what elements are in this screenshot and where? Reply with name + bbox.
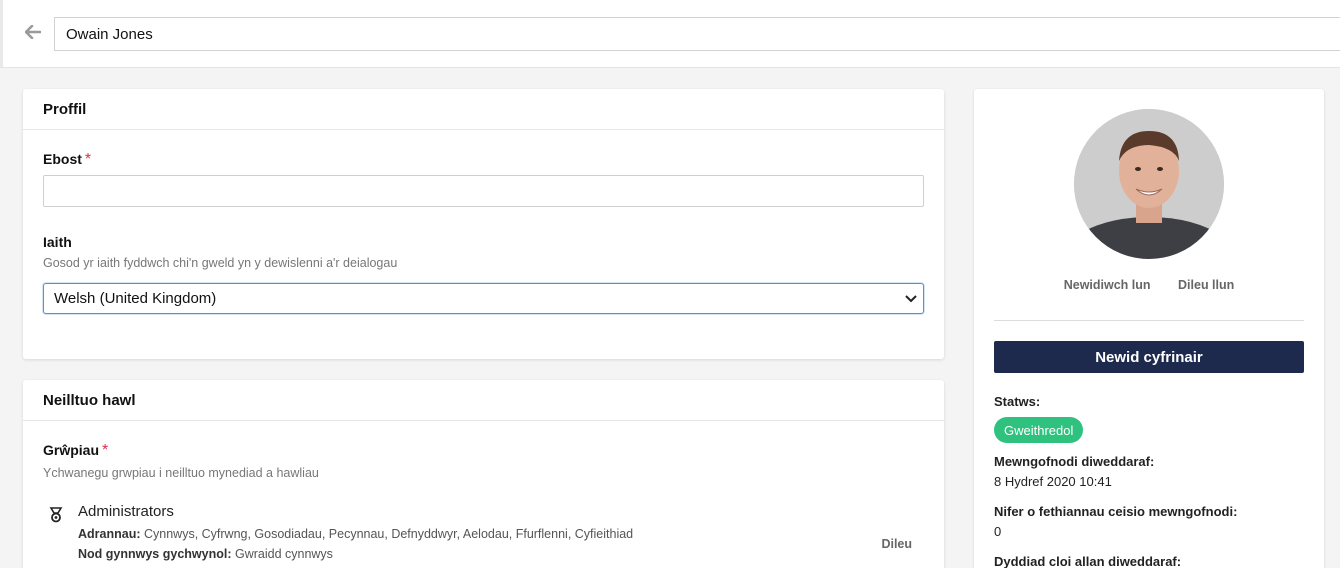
language-label: Iaith xyxy=(43,234,72,250)
groups-help-text: Ychwanegu grwpiau i neilltuo mynediad a … xyxy=(43,466,319,480)
language-selected-value: Welsh (United Kingdom) xyxy=(54,290,217,307)
last-lockout-label: Dyddiad cloi allan diweddaraf: xyxy=(994,554,1182,568)
group-start-node-label: Nod gynnwys gychwynol: xyxy=(78,547,232,561)
email-required-marker: * xyxy=(84,151,92,168)
delete-group-button[interactable]: Dileu xyxy=(881,537,912,551)
header-bar xyxy=(0,0,1340,68)
group-start-node: Nod gynnwys gychwynol: Gwraidd cynnwys xyxy=(78,547,333,561)
back-arrow-icon[interactable] xyxy=(21,20,45,44)
profile-card-title: Proffil xyxy=(23,89,944,130)
group-start-node-value: Gwraidd cynnwys xyxy=(234,547,333,561)
group-sections-label: Adrannau: xyxy=(78,527,141,541)
email-label: Ebost xyxy=(43,151,82,167)
delete-photo-link[interactable]: Dileu llun xyxy=(1178,278,1234,292)
last-login-label: Mewngofnodi diweddaraf: xyxy=(994,454,1155,469)
change-password-button[interactable]: Newid cyfrinair xyxy=(994,341,1304,373)
assign-rights-card: Neilltuo hawl Grŵpiau * Ychwanegu grwpiau… xyxy=(23,380,944,568)
change-photo-link[interactable]: Newidiwch lun xyxy=(1064,278,1151,292)
email-field[interactable] xyxy=(43,175,924,207)
user-info-card: Newidiwch lun Dileu llun Newid cyfrinair… xyxy=(974,89,1324,568)
medal-icon xyxy=(49,507,63,528)
failed-logins-value: 0 xyxy=(994,524,1002,539)
user-name-input[interactable] xyxy=(54,17,1340,51)
chevron-down-icon xyxy=(905,290,917,307)
profile-card: Proffil Ebost * Iaith Gosod yr iaith fydd… xyxy=(23,89,944,359)
groups-required-marker: * xyxy=(102,442,109,459)
photo-actions: Newidiwch lun Dileu llun xyxy=(974,278,1324,292)
failed-logins-label: Nifer o fethiannau ceisio mewngofnodi: xyxy=(994,504,1238,519)
group-sections: Adrannau: Cynnwys, Cyfrwng, Gosodiadau, … xyxy=(78,527,633,541)
status-label: Statws: xyxy=(994,394,1041,409)
avatar xyxy=(1074,109,1224,259)
groups-label: Grŵpiau xyxy=(43,442,100,458)
divider xyxy=(994,320,1304,321)
language-help-text: Gosod yr iaith fyddwch chi'n gweld yn y … xyxy=(43,256,398,270)
language-select[interactable]: Welsh (United Kingdom) xyxy=(43,283,924,314)
group-sections-value: Cynnwys, Cyfrwng, Gosodiadau, Pecynnau, … xyxy=(143,527,634,541)
last-login-value: 8 Hydref 2020 10:41 xyxy=(994,474,1112,489)
status-badge: Gweithredol xyxy=(994,417,1084,443)
group-name: Administrators xyxy=(78,503,174,520)
assign-rights-title: Neilltuo hawl xyxy=(23,380,944,421)
